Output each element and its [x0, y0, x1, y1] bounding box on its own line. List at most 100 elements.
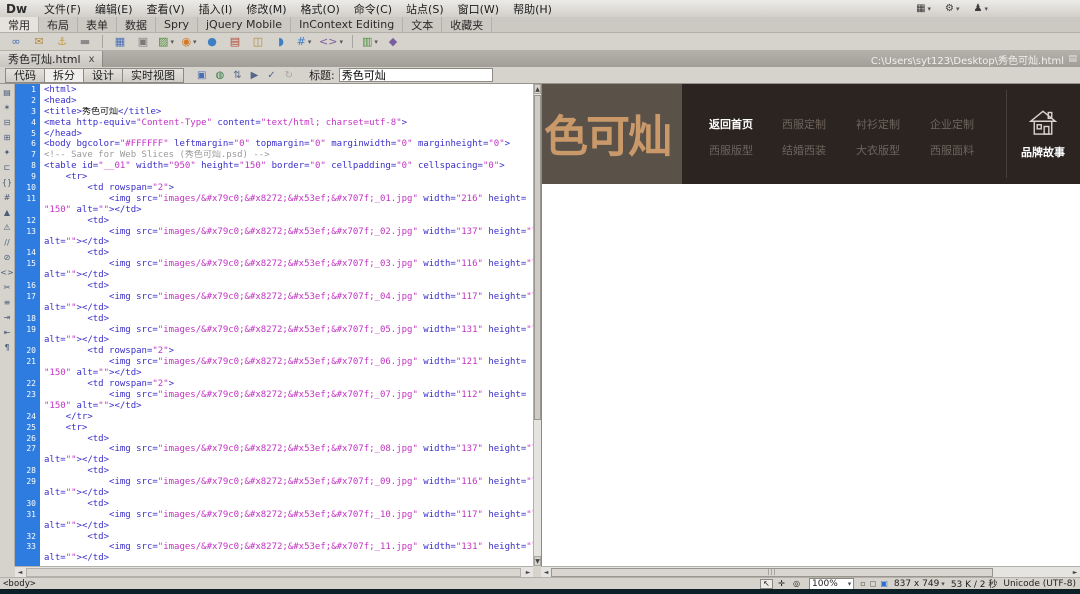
scroll-left-icon[interactable]: ◄	[541, 568, 551, 577]
code-vertical-scrollbar[interactable]: ▲ ▼	[533, 84, 541, 566]
indent-code-icon[interactable]: ⇥	[4, 312, 11, 323]
comment-icon[interactable]: ◗	[273, 34, 289, 50]
remove-comment-icon[interactable]: ⊘	[4, 252, 11, 263]
code-hscroll-thumb[interactable]	[26, 568, 521, 577]
close-icon[interactable]: x	[89, 54, 95, 65]
scroll-down-icon[interactable]: ▼	[534, 556, 541, 566]
menu-help[interactable]: 帮助(H)	[506, 1, 559, 17]
preview-in-browser-icon[interactable]: ◍	[215, 70, 224, 81]
live-view-view-button[interactable]: 实时视图	[122, 68, 184, 83]
file-management-icon[interactable]: ⇅	[233, 70, 241, 81]
templates-icon[interactable]: ▥▾	[362, 34, 378, 50]
expand-all-icon[interactable]: ✦	[4, 147, 11, 158]
code-token: <img src=	[44, 444, 158, 454]
zoom-tool-icon[interactable]: ◎	[790, 579, 803, 589]
design-horizontal-scrollbar[interactable]: ◄ ||| ►	[541, 566, 1080, 577]
line-numbers-icon[interactable]: #	[4, 192, 11, 203]
code-editor[interactable]: 1<html>2<head>3<title>秀色可灿</title>4<meta…	[15, 85, 533, 566]
horizontal-rule-icon[interactable]: ▬	[77, 34, 93, 50]
collapse-selection-icon[interactable]: ⊞	[4, 132, 11, 143]
wrap-tag-icon[interactable]: <>	[0, 267, 13, 278]
select-parent-tag-icon[interactable]: ⊏	[4, 162, 11, 173]
tab-jquery-mobile[interactable]: jQuery Mobile	[198, 17, 291, 32]
document-tab[interactable]: 秀色可灿.html x	[0, 51, 103, 67]
script-icon[interactable]: #▾	[296, 34, 312, 50]
code-text: alt=""></td>	[40, 553, 109, 564]
split-view-button[interactable]: 拆分	[44, 68, 84, 83]
window-size-selector[interactable]: 837 x 749▾	[894, 579, 945, 589]
menu-window[interactable]: 窗口(W)	[451, 1, 506, 17]
zoom-level-select[interactable]: 100% ▾	[809, 578, 854, 590]
desktop-size-icon[interactable]: ▣	[880, 579, 888, 588]
workspace-layout-icon[interactable]: ▦▾	[916, 3, 931, 14]
outdent-code-icon[interactable]: ⇤	[4, 327, 11, 338]
tab-favorites[interactable]: 收藏夹	[442, 17, 492, 32]
insert-div-icon[interactable]: ▣	[135, 34, 151, 50]
code-token: "71"	[526, 227, 533, 237]
format-source-code-icon[interactable]: ¶	[4, 342, 9, 353]
show-code-navigator-icon[interactable]: ✶	[4, 102, 11, 113]
scroll-right-icon[interactable]: ►	[1070, 568, 1080, 577]
scroll-left-icon[interactable]: ◄	[15, 568, 25, 577]
multiscreen-preview-icon[interactable]: ▣	[197, 70, 206, 81]
select-tool-icon[interactable]: ↖	[760, 579, 773, 589]
title-input[interactable]	[339, 68, 493, 82]
menu-edit[interactable]: 编辑(E)	[88, 1, 140, 17]
tablet-size-icon[interactable]: ◻	[870, 579, 877, 588]
cs-live-icon[interactable]: ♟▾	[974, 3, 988, 14]
apply-comment-icon[interactable]: //	[4, 237, 9, 248]
media-icon[interactable]: ◉▾	[181, 34, 197, 50]
server-include-icon[interactable]: ◫	[250, 34, 266, 50]
move-css-icon[interactable]: ≡	[4, 297, 11, 308]
refresh-icon[interactable]: ↻	[285, 70, 293, 81]
scroll-right-icon[interactable]: ►	[523, 568, 533, 577]
tab-common[interactable]: 常用	[0, 17, 39, 32]
code-view-button[interactable]: 代码	[5, 68, 45, 83]
images-icon[interactable]: ▨▾	[158, 34, 174, 50]
date-icon[interactable]: ▤	[227, 34, 243, 50]
menu-insert[interactable]: 插入(I)	[192, 1, 240, 17]
menu-site[interactable]: 站点(S)	[399, 1, 451, 17]
design-view-button[interactable]: 设计	[83, 68, 123, 83]
tab-forms[interactable]: 表单	[78, 17, 117, 32]
widget-icon[interactable]: ●	[204, 34, 220, 50]
open-documents-icon[interactable]: ▤	[3, 87, 11, 98]
hand-tool-icon[interactable]: ✛	[775, 579, 788, 589]
tag-icon[interactable]: ◆	[385, 34, 401, 50]
menu-view[interactable]: 查看(V)	[140, 1, 192, 17]
code-vscroll-thumb[interactable]	[534, 95, 541, 420]
code-text: alt=""></td>	[40, 488, 109, 499]
chevron-down-icon: ▾	[984, 5, 988, 13]
table-icon[interactable]: ▦	[112, 34, 128, 50]
tab-data[interactable]: 数据	[117, 17, 156, 32]
collapse-full-tag-icon[interactable]: ⊟	[4, 117, 11, 128]
tab-incontext-editing[interactable]: InContext Editing	[291, 17, 403, 32]
email-link-icon[interactable]: ✉	[31, 34, 47, 50]
tab-spry[interactable]: Spry	[156, 17, 198, 32]
code-horizontal-scrollbar[interactable]: ◄ ►	[15, 566, 533, 577]
syntax-error-alerts-icon[interactable]: ⚠	[3, 222, 10, 233]
scroll-up-icon[interactable]: ▲	[534, 84, 541, 94]
extensions-icon[interactable]: ⚙▾	[945, 3, 959, 14]
tab-layout[interactable]: 布局	[39, 17, 78, 32]
design-view-canvas[interactable]: 色可灿 返回首页西服定制衬衫定制企业定制西服版型结婚西装大衣版型西服面料	[541, 84, 1080, 566]
tab-text[interactable]: 文本	[403, 17, 442, 32]
highlight-invalid-code-icon[interactable]: ▲	[4, 207, 10, 218]
named-anchor-icon[interactable]: ⚓	[54, 34, 70, 50]
tag-chooser-icon[interactable]: <>▾	[319, 34, 343, 50]
code-token: "71"	[526, 259, 533, 269]
recent-snippets-icon[interactable]: ✂	[4, 282, 11, 293]
menu-modify[interactable]: 修改(M)	[239, 1, 293, 17]
check-browser-compat-icon[interactable]: ✓	[267, 70, 275, 81]
code-line: "150" alt=""></td>	[15, 368, 533, 379]
menu-file[interactable]: 文件(F)	[37, 1, 88, 17]
mobile-size-icon[interactable]: ▫	[860, 579, 865, 588]
hyperlink-icon[interactable]: ∞	[8, 34, 24, 50]
balance-braces-icon[interactable]: {}	[2, 177, 12, 188]
design-hscroll-thumb[interactable]: |||	[551, 568, 993, 577]
tag-selector[interactable]: <body>	[3, 579, 36, 589]
menu-format[interactable]: 格式(O)	[294, 1, 347, 17]
w3c-validation-icon[interactable]: ▶	[251, 70, 259, 81]
line-number: 16	[15, 281, 40, 292]
menu-commands[interactable]: 命令(C)	[347, 1, 399, 17]
